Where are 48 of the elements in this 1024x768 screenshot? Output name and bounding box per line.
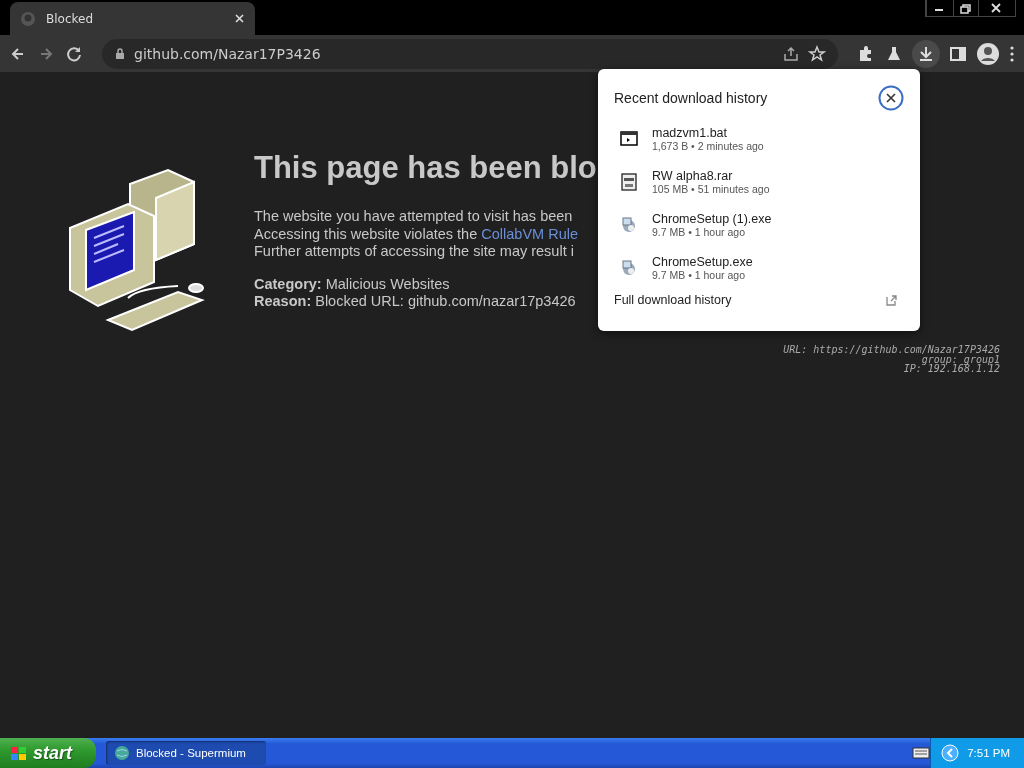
info-line: URL: https://github.com/Nazar17P3426 <box>783 345 1000 355</box>
browser-tab[interactable]: Blocked <box>10 2 255 35</box>
archive-file-icon <box>620 172 638 191</box>
star-icon[interactable] <box>808 44 826 63</box>
info-line: IP: 192.168.1.12 <box>902 364 1000 374</box>
file-name: madzvm1.bat <box>652 125 729 140</box>
download-item[interactable]: RW alpha8.rar 105 MB • 51 minutes ago <box>598 160 920 203</box>
file-name: ChromeSetup (1).exe <box>652 211 772 226</box>
installer-file-icon <box>620 258 638 277</box>
start-button[interactable]: start <box>0 738 96 768</box>
installer-file-icon <box>620 215 638 234</box>
file-detail: 9.7 MB • 1 hour ago <box>652 225 745 238</box>
lock-icon <box>114 47 126 60</box>
fact-label: Category: <box>254 275 322 293</box>
fact-label: Reason: <box>254 293 312 311</box>
collapse-icon[interactable] <box>941 744 960 762</box>
fact-value: Blocked URL: github.com/nazar17p3426 <box>315 293 576 311</box>
keyboard-icon[interactable] <box>912 745 931 761</box>
batch-file-icon <box>620 129 638 148</box>
file-name: ChromeSetup.exe <box>652 254 753 269</box>
external-link-icon[interactable] <box>885 293 898 307</box>
tab-title: Blocked <box>46 11 94 26</box>
download-item[interactable]: madzvm1.bat 1,673 B • 2 minutes ago <box>598 117 920 160</box>
download-item[interactable]: ChromeSetup.exe 9.7 MB • 1 hour ago <box>598 246 920 289</box>
taskbar-button[interactable]: Blocked - Supermium <box>106 741 266 765</box>
message-line: Further attempts of accessing the site may result i <box>254 243 574 261</box>
download-item[interactable]: ChromeSetup (1).exe 9.7 MB • 1 hour ago <box>598 203 920 246</box>
url-text: github.com/Nazar17P3426 <box>134 45 322 62</box>
address-bar[interactable]: github.com/Nazar17P3426 <box>102 38 838 69</box>
file-detail: 1,673 B • 2 minutes ago <box>652 139 764 152</box>
file-detail: 105 MB • 51 minutes ago <box>652 182 770 195</box>
rules-link[interactable]: CollabVM Rule <box>481 225 578 242</box>
message-line: The website you have attempted to visit has been <box>254 208 573 226</box>
download-icon[interactable] <box>912 39 940 68</box>
windows-logo-icon <box>10 744 27 762</box>
fact-value: Malicious Websites <box>325 275 450 293</box>
avatar-icon[interactable] <box>976 41 1000 66</box>
clock: 7:51 PM <box>967 747 1010 759</box>
popup-title: Recent download history <box>614 90 768 106</box>
file-name: RW alpha8.rar <box>652 168 734 183</box>
message-line: Accessing this website violates the CollabVM Rule <box>254 225 578 243</box>
close-icon[interactable] <box>878 85 904 111</box>
full-history-link[interactable]: Full download history <box>614 293 732 307</box>
globe-icon <box>114 745 130 761</box>
file-detail: 9.7 MB • 1 hour ago <box>652 268 745 281</box>
info-line: group: group1 <box>921 354 1000 364</box>
share-icon[interactable] <box>782 44 800 63</box>
page-heading: This page has been blo <box>254 150 597 186</box>
